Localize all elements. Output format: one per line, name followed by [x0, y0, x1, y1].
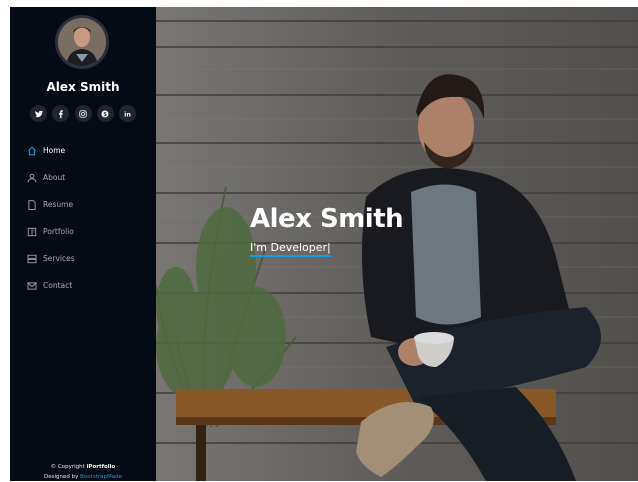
facebook-icon[interactable] — [52, 105, 70, 122]
hero-subtitle: I'm Developer| — [250, 241, 331, 257]
credits-link[interactable]: BootstrapMade — [80, 474, 122, 480]
nav-label-home: Home — [43, 146, 66, 155]
sidebar-footer: © Copyright iPortfolio Designed by Boots… — [10, 462, 156, 482]
hero-section: Alex Smith I'm Developer| — [156, 7, 638, 481]
nav-item-services[interactable]: Services — [26, 245, 146, 272]
hero-title: Alex Smith — [250, 204, 404, 234]
credits-prefix: Designed by — [44, 474, 81, 480]
file-icon — [26, 199, 38, 211]
copyright-brand: iPortfolio — [86, 464, 116, 470]
person-icon — [26, 172, 38, 184]
nav-item-contact[interactable]: Contact — [26, 272, 146, 299]
social-links: S in — [30, 105, 136, 123]
svg-text:in: in — [124, 110, 131, 118]
nav-label-portfolio: Portfolio — [43, 227, 74, 236]
skype-icon[interactable]: S — [96, 105, 114, 122]
envelope-icon — [26, 280, 38, 292]
nav-menu: Home About Resume Portfolio Services Con… — [26, 137, 146, 299]
twitter-icon[interactable] — [30, 105, 47, 122]
book-icon — [26, 226, 38, 238]
home-icon — [26, 145, 38, 157]
credits: Designed by BootstrapMade — [10, 472, 156, 482]
profile-name: Alex Smith — [46, 80, 120, 94]
nav-label-resume: Resume — [43, 200, 74, 209]
nav-item-portfolio[interactable]: Portfolio — [26, 218, 146, 245]
nav-label-services: Services — [43, 254, 75, 263]
linkedin-icon[interactable]: in — [119, 105, 136, 122]
nav-item-resume[interactable]: Resume — [26, 191, 146, 218]
copyright: © Copyright iPortfolio — [10, 462, 156, 472]
svg-text:S: S — [103, 111, 107, 117]
nav-label-contact: Contact — [43, 281, 73, 290]
hero-background-image — [156, 7, 638, 481]
nav-item-about[interactable]: About — [26, 164, 146, 191]
nav-item-home[interactable]: Home — [26, 137, 146, 164]
profile-avatar — [55, 15, 109, 69]
instagram-icon[interactable] — [74, 105, 92, 122]
copyright-prefix: © Copyright — [50, 464, 87, 470]
sidebar: Alex Smith S in Home About Resume Portfo… — [10, 7, 156, 481]
server-icon — [26, 253, 38, 265]
nav-label-about: About — [43, 173, 66, 182]
